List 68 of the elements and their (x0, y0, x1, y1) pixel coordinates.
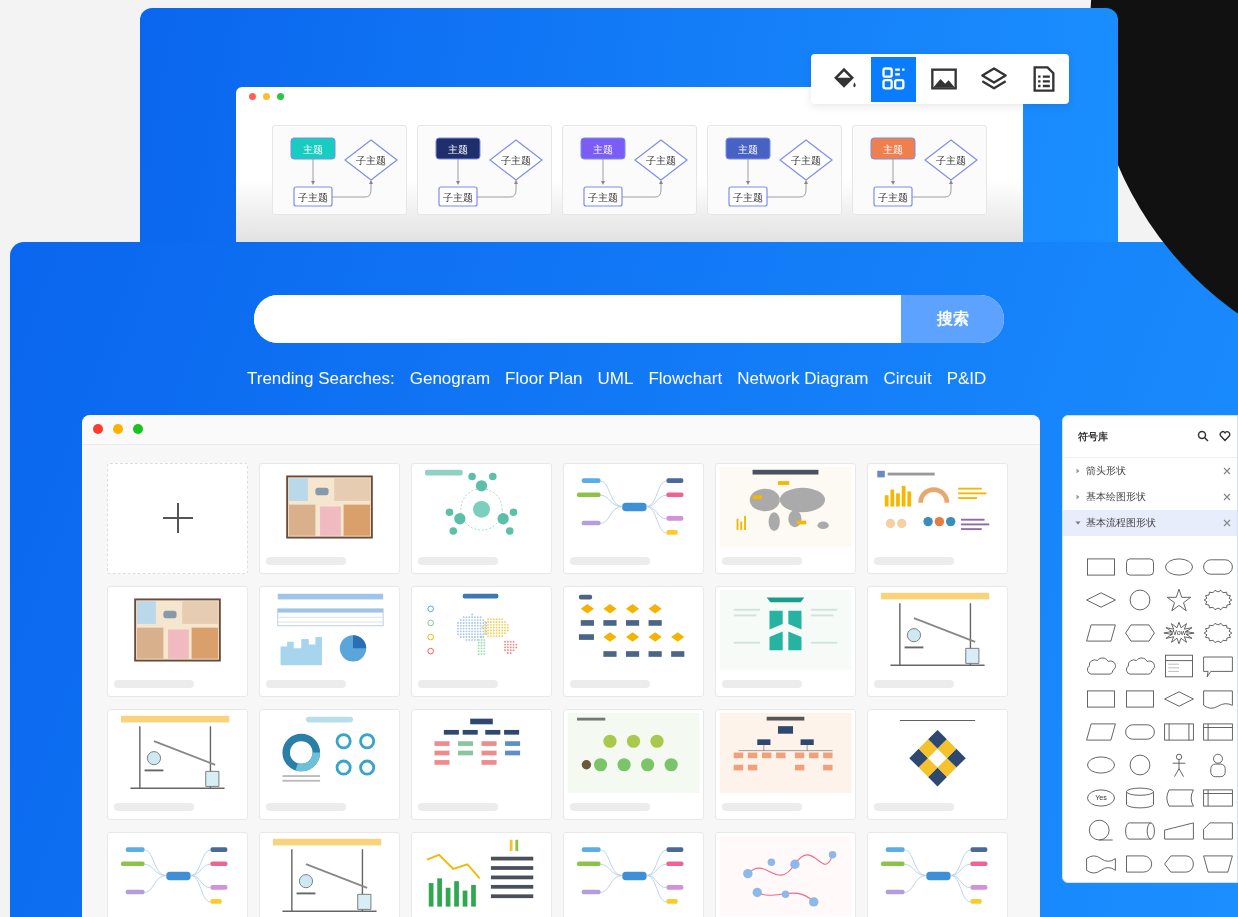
window-dot (249, 93, 256, 100)
topic-node: 主题 (435, 137, 481, 160)
connector-line (331, 180, 373, 198)
theme-card[interactable]: 主题 子主题 子主题 (852, 125, 987, 215)
window-dot (263, 93, 270, 100)
category-label: 箭头形状 (1086, 464, 1127, 478)
subtopic-node: 子主题 (873, 186, 913, 207)
topic-node: 主题 (725, 137, 771, 160)
trending-label: Trending Searches: (247, 368, 395, 390)
topic-node: 主题 (580, 137, 626, 160)
close-icon[interactable] (1223, 492, 1231, 501)
connector-line (766, 180, 808, 198)
close-icon[interactable] (1223, 518, 1231, 527)
trending-link[interactable]: Circuit (883, 366, 932, 392)
template-card[interactable] (867, 708, 1008, 820)
close-icon[interactable] (1223, 466, 1231, 475)
topic-node: 主题 (870, 137, 916, 160)
window-dot (113, 424, 123, 434)
template-card[interactable] (259, 462, 400, 574)
grid-icon (879, 65, 908, 93)
theme-card[interactable]: 主题 子主题 子主题 (707, 125, 842, 215)
template-card[interactable] (563, 585, 704, 697)
trending-link[interactable]: P&ID (946, 366, 987, 392)
connector-line (311, 158, 315, 185)
subtopic-node: 子主题 (489, 139, 543, 181)
chevron-right-icon (1075, 493, 1081, 500)
topic-node: 主题 (290, 137, 336, 160)
plus-icon (160, 501, 195, 535)
connector-line (456, 158, 460, 185)
theme-card[interactable]: 主题 子主题 子主题 (417, 125, 552, 215)
subtopic-node: 子主题 (634, 139, 688, 181)
template-card[interactable] (107, 585, 248, 697)
connector-line (621, 180, 663, 198)
trending-link[interactable]: UML (597, 366, 634, 392)
subtopic-node: 子主题 (293, 186, 333, 207)
connector-line (476, 180, 518, 198)
panel-title: 符号库 (1078, 429, 1109, 444)
subtopic-node: 子主题 (344, 139, 398, 181)
category-item[interactable]: 基本流程图形状 (1063, 509, 1237, 536)
trending-link[interactable]: Floor Plan (505, 366, 583, 392)
category-item[interactable]: 基本绘图形状 (1063, 483, 1237, 510)
connector-line (911, 180, 953, 198)
template-card[interactable] (259, 708, 400, 820)
trending-link[interactable]: Flowchart (648, 366, 723, 392)
template-card[interactable] (715, 708, 856, 820)
subtopic-node: 子主题 (779, 139, 833, 181)
category-label: 基本流程图形状 (1086, 516, 1157, 530)
category-item[interactable]: 箭头形状 (1063, 457, 1237, 484)
window-dot (133, 424, 143, 434)
connector-line (601, 158, 605, 185)
window-dot (277, 93, 284, 100)
subtopic-node: 子主题 (438, 186, 478, 207)
subtopic-node: 子主题 (924, 139, 978, 181)
theme-card[interactable]: 主题 子主题 子主题 (562, 125, 697, 215)
connector-line (746, 158, 750, 185)
heart-icon[interactable] (1219, 430, 1231, 442)
theme-card[interactable]: 主题 子主题 子主题 (272, 125, 407, 215)
category-label: 基本绘图形状 (1086, 490, 1147, 504)
trending-link[interactable]: Network Diagram (737, 366, 869, 392)
chevron-down-icon (1075, 519, 1081, 526)
subtopic-node: 子主题 (728, 186, 768, 207)
template-card[interactable] (411, 708, 552, 820)
subtopic-node: 子主题 (583, 186, 623, 207)
connector-line (891, 158, 895, 185)
chevron-right-icon (1075, 467, 1081, 474)
search-icon[interactable] (1197, 430, 1209, 442)
trending-link[interactable]: Genogram (409, 366, 491, 392)
window-dot (93, 424, 103, 434)
